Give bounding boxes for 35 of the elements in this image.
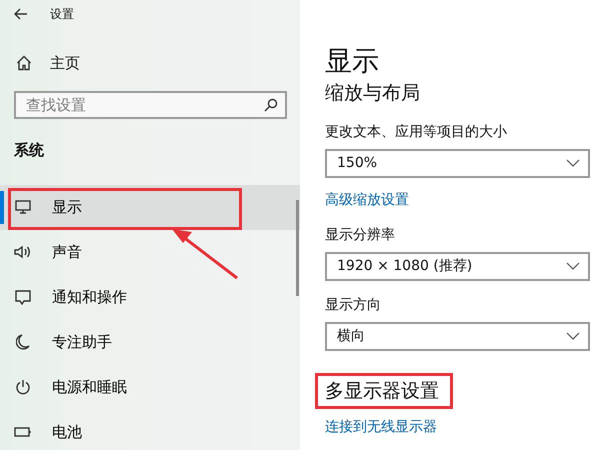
power-icon — [14, 379, 32, 395]
page-title: 显示 — [325, 45, 380, 79]
field-label: 更改文本、应用等项目的大小 — [325, 122, 508, 142]
section-heading: 缩放与布局 — [325, 81, 420, 106]
chevron-icon — [566, 332, 580, 340]
search-field[interactable]: 查找设置 — [14, 90, 287, 118]
sidebar-item[interactable]: 专注助手 — [0, 320, 300, 364]
moon-icon — [14, 334, 32, 350]
section-heading: 多显示器设置 — [325, 376, 439, 405]
back-arrow-icon[interactable] — [14, 8, 28, 20]
dropdown[interactable]: 150% — [325, 148, 590, 178]
speaker-icon — [14, 245, 32, 259]
dropdown[interactable]: 1920 × 1080 (推荐) — [325, 252, 590, 280]
sidebar-item[interactable]: 显示 — [0, 184, 300, 230]
chevron-icon — [566, 159, 580, 167]
annotation-arrow — [170, 228, 240, 280]
home-link[interactable]: 主页 — [50, 52, 80, 74]
battery-icon — [14, 427, 32, 437]
sidebar-item[interactable]: 声音 — [0, 230, 300, 274]
selection-indicator — [0, 190, 4, 224]
section-heading: 系统 — [13, 140, 45, 160]
window-title: 设置 — [50, 6, 74, 23]
home-icon — [16, 55, 32, 72]
sidebar-item[interactable]: 电池 — [0, 410, 300, 450]
field-label: 显示方向 — [325, 296, 382, 314]
dropdown[interactable]: 横向 — [325, 322, 590, 350]
link[interactable]: 高级缩放设置 — [325, 190, 409, 210]
message-icon — [14, 290, 32, 304]
sidebar-item[interactable]: 电源和睡眠 — [0, 364, 300, 410]
chevron-icon — [566, 262, 580, 270]
link[interactable]: 连接到无线显示器 — [325, 417, 437, 438]
search-icon — [264, 98, 278, 112]
sidebar-item[interactable]: 通知和操作 — [0, 274, 300, 320]
field-label: 显示分辨率 — [325, 226, 396, 244]
monitor-icon — [14, 200, 32, 214]
